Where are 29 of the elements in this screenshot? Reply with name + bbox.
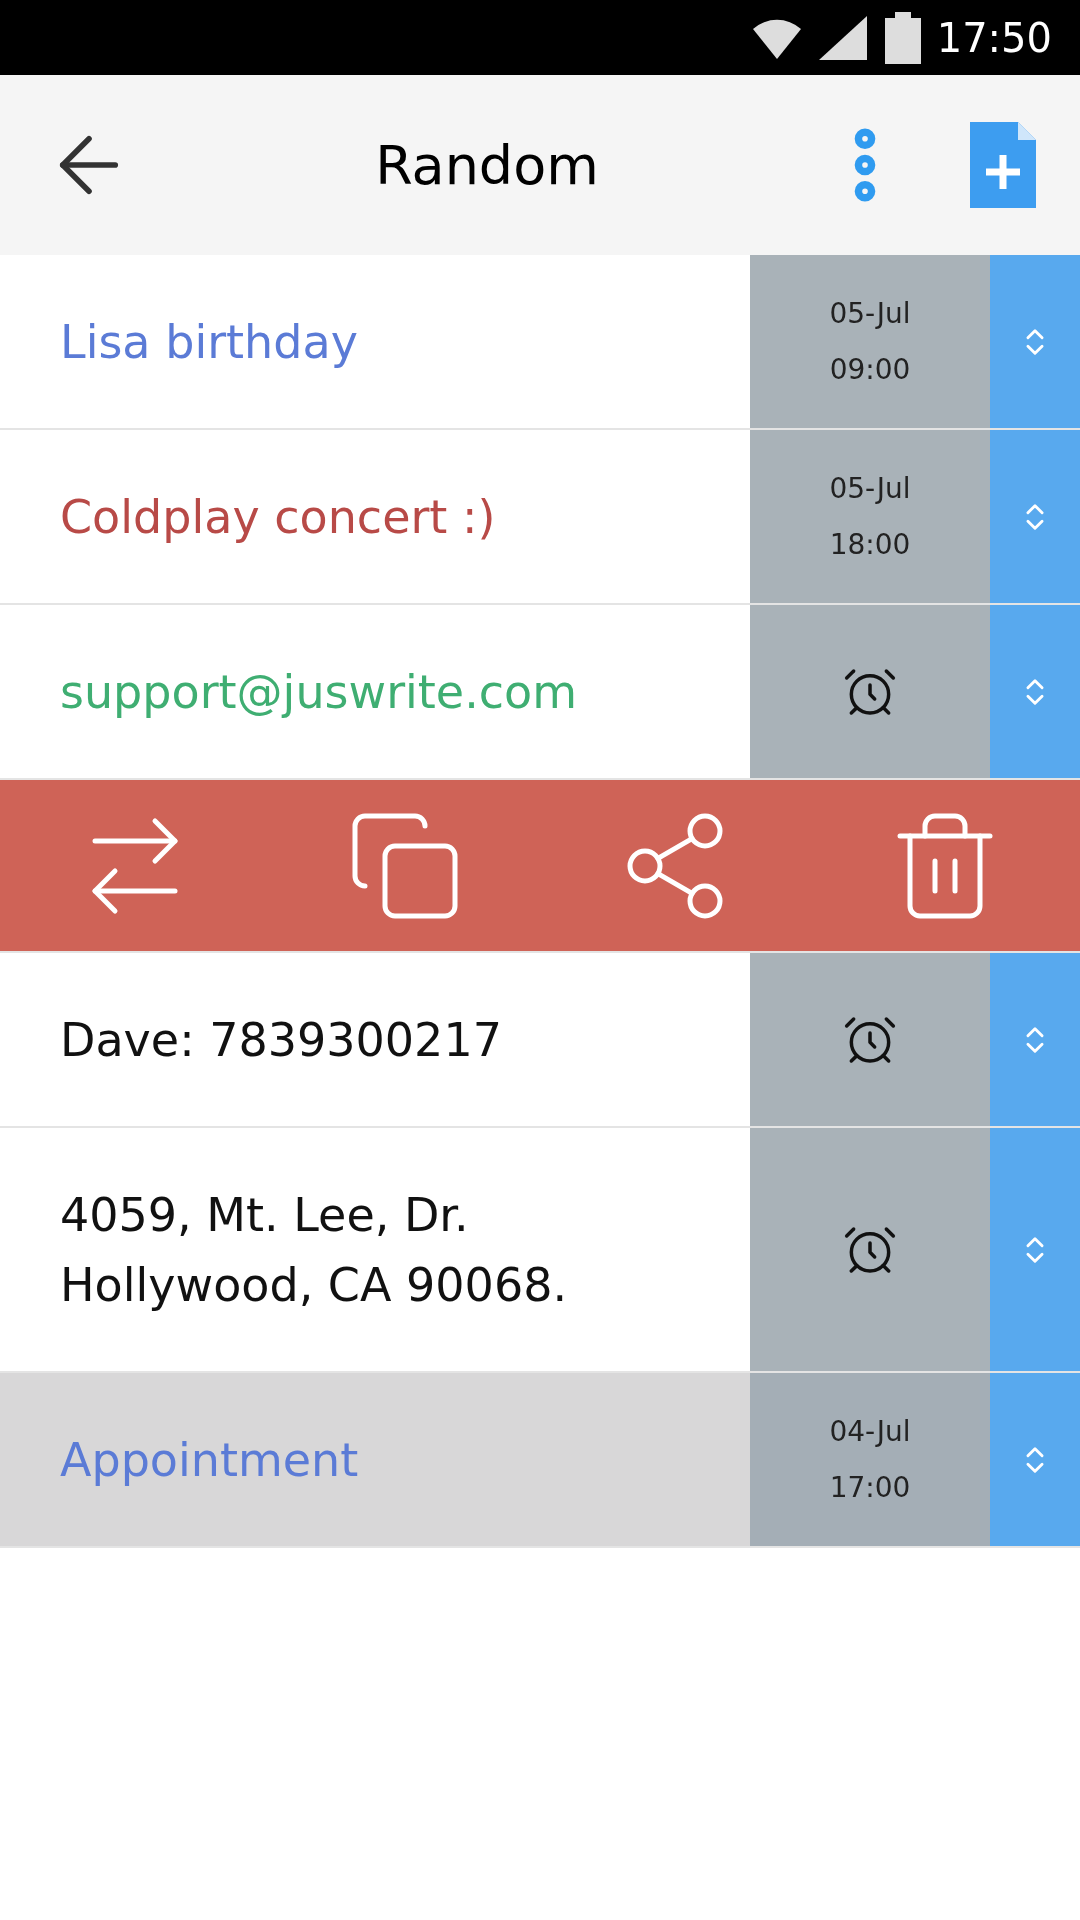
reminder-cell[interactable]: 05-Jul 18:00 xyxy=(750,430,990,603)
note-text: 4059, Mt. Lee, Dr. Hollywood, CA 90068. xyxy=(60,1186,569,1314)
reminder-cell[interactable] xyxy=(750,953,990,1126)
note-text: Lisa birthday xyxy=(60,313,359,371)
note-text: Dave: 7839300217 xyxy=(60,1011,503,1069)
note-text: Coldplay concert :) xyxy=(60,488,497,546)
reorder-handle[interactable] xyxy=(990,953,1080,1126)
reminder-cell[interactable]: 04-Jul 17:00 xyxy=(750,1373,990,1546)
note-text: Appointment xyxy=(60,1431,360,1489)
battery-icon xyxy=(884,11,921,64)
reorder-handle[interactable] xyxy=(990,605,1080,778)
reorder-handle[interactable] xyxy=(990,430,1080,603)
reminder-cell[interactable] xyxy=(750,605,990,778)
reorder-handle[interactable] xyxy=(990,1128,1080,1371)
reminder-cell[interactable] xyxy=(750,1128,990,1371)
reminder-time: 09:00 xyxy=(829,351,911,388)
reminder-date: 05-Jul xyxy=(829,295,911,332)
reminder-date: 04-Jul xyxy=(829,1413,911,1450)
add-note-icon[interactable] xyxy=(970,122,1036,208)
reminder-cell[interactable]: 05-Jul 09:00 xyxy=(750,255,990,428)
reorder-handle[interactable] xyxy=(990,255,1080,428)
page-title: Random xyxy=(374,132,600,199)
signal-icon xyxy=(818,15,869,60)
reorder-handle[interactable] xyxy=(990,1373,1080,1546)
reminder-time: 18:00 xyxy=(829,526,911,563)
reminder-time: 17:00 xyxy=(829,1469,911,1506)
reminder-date: 05-Jul xyxy=(829,470,911,507)
note-text: support@juswrite.com xyxy=(60,663,579,721)
clock-time: 17:50 xyxy=(936,13,1052,63)
